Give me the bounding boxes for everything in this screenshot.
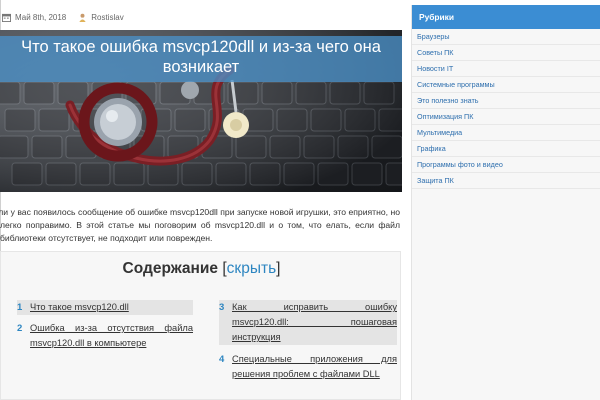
toc-item-link-line2[interactable]: msvcp120.dll в компьютере bbox=[30, 336, 193, 351]
toc-item-link-line2[interactable]: решения проблем с файлами DLL bbox=[232, 367, 397, 382]
toc-item-number: 1 bbox=[17, 302, 23, 313]
post-author[interactable]: Rostislav bbox=[91, 13, 123, 22]
category-link-graphics[interactable]: Графика bbox=[412, 141, 600, 157]
category-list: Браузеры Советы ПК Новости IT Системные … bbox=[412, 29, 600, 189]
category-link-system-programs[interactable]: Системные программы bbox=[412, 77, 600, 93]
toc-item-4[interactable]: 4 Специальные приложения для решения про… bbox=[219, 352, 397, 382]
category-link-pc-protection[interactable]: Защита ПК bbox=[412, 173, 600, 189]
category-link-it-news[interactable]: Новости IT bbox=[412, 61, 600, 77]
category-link-pc-optimization[interactable]: Оптимизация ПК bbox=[412, 109, 600, 125]
toc-bracket-open: [ bbox=[218, 260, 227, 277]
toc-item-2[interactable]: 2 Ошибка из-за отсутствия файла msvcp120… bbox=[17, 321, 193, 351]
category-link-photo-video[interactable]: Программы фото и видео bbox=[412, 157, 600, 173]
toc-bracket-close: ] bbox=[276, 260, 281, 277]
toc-item-link[interactable]: Что такое msvcp120.dll bbox=[30, 300, 190, 315]
sidebar-heading: Рубрики bbox=[412, 5, 600, 29]
category-link-browsers[interactable]: Браузеры bbox=[412, 29, 600, 45]
category-link-multimedia[interactable]: Мультимедиа bbox=[412, 125, 600, 141]
article-intro: сли у вас появилось сообщение об ошибке … bbox=[0, 207, 400, 243]
sidebar: Рубрики Браузеры Советы ПК Новости IT Си… bbox=[411, 5, 600, 400]
toc-item-link-line3[interactable]: инструкция bbox=[232, 330, 397, 345]
toc-item-link-line1[interactable]: Как исправить ошибку bbox=[232, 300, 397, 315]
toc-item-1[interactable]: 1 Что такое msvcp120.dll bbox=[17, 300, 193, 315]
post-meta: Май 8th, 2018 Rostislav bbox=[0, 8, 124, 26]
toc-item-number: 3 bbox=[219, 302, 225, 313]
toc-title: Содержание bbox=[122, 260, 219, 277]
table-of-contents: Содержание [скрыть] 1 Что такое msvcp120… bbox=[0, 251, 401, 400]
toc-item-link-line1[interactable]: Специальные приложения для bbox=[232, 352, 397, 367]
category-link-pc-tips[interactable]: Советы ПК bbox=[412, 45, 600, 61]
post-date: Май 8th, 2018 bbox=[15, 12, 67, 22]
toc-item-number: 4 bbox=[219, 354, 225, 365]
category-link-useful[interactable]: Это полезно знать bbox=[412, 93, 600, 109]
toc-item-3[interactable]: 3 Как исправить ошибку msvcp120.dll: пош… bbox=[219, 300, 397, 345]
toc-item-link-line2[interactable]: msvcp120.dll: пошаговая bbox=[232, 315, 397, 330]
hero-image: Что такое ошибка msvcp120dll и из-за чег… bbox=[0, 30, 402, 192]
toc-item-number: 2 bbox=[17, 323, 23, 334]
toc-item-link-line1[interactable]: Ошибка из-за отсутствия файла bbox=[30, 321, 193, 336]
toc-toggle-link[interactable]: скрыть bbox=[227, 260, 276, 277]
toc-heading: Содержание [скрыть] bbox=[1, 260, 402, 278]
article-title: Что такое ошибка msvcp120dll и из-за чег… bbox=[21, 38, 381, 76]
user-icon bbox=[79, 13, 86, 22]
calendar-icon bbox=[2, 13, 11, 22]
